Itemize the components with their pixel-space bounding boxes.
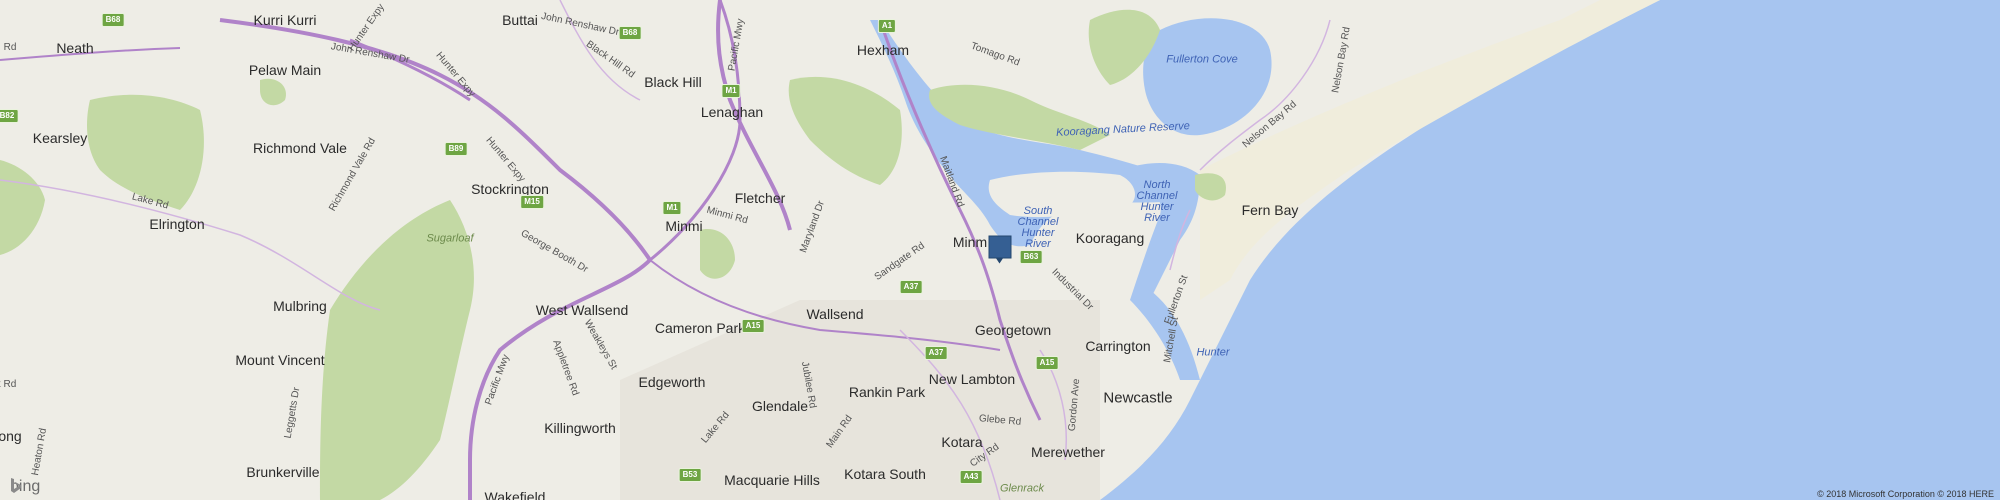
place-label: Carrington — [1085, 338, 1151, 354]
place-label: Black Hill — [644, 74, 702, 90]
place-label: ong — [0, 428, 22, 444]
place-label: Rankin Park — [848, 384, 926, 400]
map-canvas[interactable]: Kurri Kurri Buttai Neath Pelaw Main Hexh… — [0, 0, 2000, 500]
water-label: North Channel Hunter River — [1136, 179, 1178, 224]
route-shield: A15 — [1035, 356, 1059, 370]
water-label: Hunter — [1196, 346, 1230, 359]
route-shield: B82 — [0, 109, 19, 123]
place-label: Merewether — [1031, 444, 1105, 460]
place-label: Glendale — [751, 398, 809, 414]
place-label: Edgeworth — [638, 374, 706, 390]
road-label: Rd — [3, 42, 17, 53]
place-label: Mount Vincent — [235, 352, 325, 368]
place-label: Fletcher — [734, 190, 786, 206]
place-label: Richmond Vale — [253, 140, 347, 156]
place-label: Kotara South — [844, 466, 926, 482]
place-label: Elrington — [149, 216, 205, 232]
place-label: Georgetown — [974, 322, 1052, 338]
place-label: West Wallsend — [535, 302, 629, 318]
route-shield: B53 — [678, 468, 702, 482]
place-label: Mulbring — [273, 298, 327, 314]
route-shield: A1 — [877, 19, 897, 33]
bing-logo: bing — [10, 478, 40, 496]
place-label: Kurri Kurri — [253, 12, 317, 28]
route-shield: B68 — [618, 26, 642, 40]
place-label: Neath — [56, 40, 94, 56]
place-label: Kooragang — [1075, 230, 1145, 246]
place-label: Lenaghan — [700, 104, 764, 120]
place-label: Pelaw Main — [248, 62, 322, 78]
city-label: Newcastle — [1103, 389, 1173, 407]
place-label: Macquarie Hills — [724, 472, 820, 488]
place-label: Buttai — [502, 12, 538, 28]
place-label: Brunkerville — [246, 464, 320, 480]
route-shield: A37 — [899, 280, 923, 294]
bing-b-icon — [11, 478, 21, 493]
place-label: Kearsley — [32, 130, 88, 146]
place-label: Minmi — [665, 218, 703, 234]
place-label: Minm — [952, 234, 988, 250]
place-label: Killingworth — [544, 420, 616, 436]
route-shield: B89 — [444, 142, 468, 156]
road-label: k Rd — [0, 379, 17, 390]
place-label: New Lambton — [928, 371, 1016, 387]
location-marker[interactable] — [988, 235, 1012, 264]
place-label: Wakefield — [484, 489, 546, 500]
place-label: Kotara — [941, 434, 983, 450]
route-shield: A15 — [741, 319, 765, 333]
park-label: Sugarloaf — [426, 232, 474, 245]
place-label: Hexham — [856, 42, 910, 58]
route-shield: M1 — [662, 201, 682, 215]
route-shield: B68 — [101, 13, 125, 27]
route-shield: B63 — [1019, 250, 1043, 264]
copyright-text: © 2018 Microsoft Corporation © 2018 HERE — [1817, 489, 1994, 499]
route-shield: M1 — [721, 84, 741, 98]
place-label: Wallsend — [806, 306, 864, 322]
water-label: South Channel Hunter River — [1017, 205, 1059, 250]
water-label: Fullerton Cove — [1166, 53, 1238, 66]
place-label: Fern Bay — [1241, 202, 1299, 218]
route-shield: A43 — [959, 470, 983, 484]
route-shield: A37 — [924, 346, 948, 360]
route-shield: M15 — [520, 195, 544, 209]
park-label: Glenrack — [999, 482, 1045, 495]
place-label: Stockrington — [471, 181, 549, 197]
place-label: Cameron Park — [654, 320, 746, 336]
